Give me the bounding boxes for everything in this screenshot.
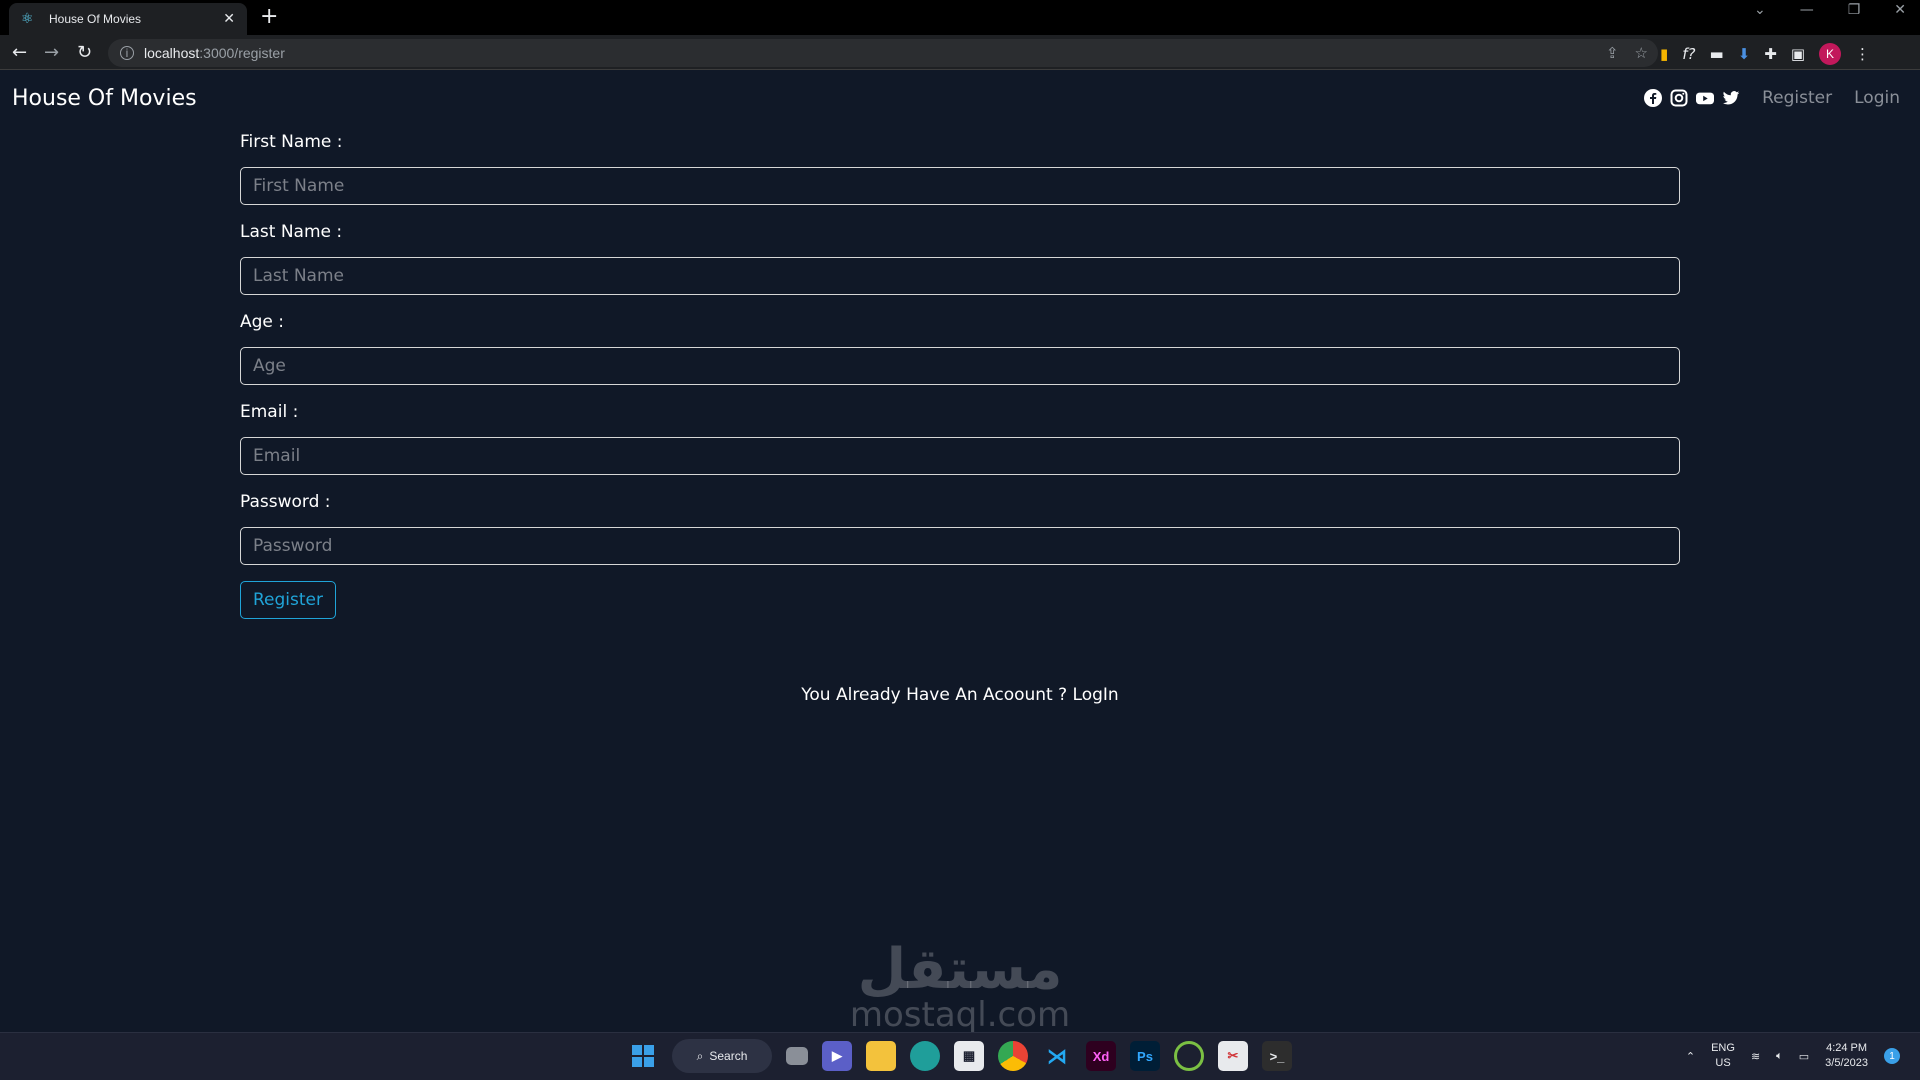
- social-icons: [1644, 89, 1740, 107]
- tab-search-icon[interactable]: ⌄: [1754, 2, 1766, 18]
- close-window-icon[interactable]: ✕: [1894, 2, 1906, 18]
- age-input[interactable]: [240, 347, 1680, 385]
- watermark-latin: mostaql.com: [849, 995, 1071, 1035]
- register-button[interactable]: Register: [240, 581, 336, 619]
- wifi-icon[interactable]: ≋: [1751, 1050, 1760, 1063]
- store-icon[interactable]: ▦: [954, 1041, 984, 1071]
- edge-icon[interactable]: [910, 1041, 940, 1071]
- side-panel-icon[interactable]: ▣: [1791, 45, 1805, 63]
- back-icon[interactable]: ←: [12, 42, 27, 63]
- new-tab-button[interactable]: +: [260, 4, 278, 29]
- search-icon: ⌕: [696, 1048, 704, 1063]
- app-ring-icon[interactable]: [1174, 1041, 1204, 1071]
- tab-title: House Of Movies: [49, 12, 142, 26]
- browser-tab[interactable]: ⚛ House Of Movies ✕: [9, 3, 247, 35]
- register-form: First Name : Last Name : Age : Email : P…: [240, 126, 1680, 619]
- last-name-label: Last Name :: [240, 222, 343, 242]
- site-info-icon[interactable]: i: [120, 46, 134, 60]
- extension-chat-icon[interactable]: ▬: [1710, 45, 1724, 63]
- url-path: :3000/register: [199, 45, 285, 61]
- clock-time: 4:24 PM: [1826, 1042, 1868, 1054]
- url-field[interactable]: i localhost:3000/register ⇪ ☆: [108, 39, 1658, 67]
- browser-menu-icon[interactable]: ⋮: [1855, 45, 1870, 63]
- share-icon[interactable]: ⇪: [1606, 44, 1619, 62]
- taskbar-search[interactable]: ⌕ Search: [672, 1039, 772, 1073]
- restore-icon[interactable]: ❐: [1848, 2, 1861, 18]
- app-navbar: House Of Movies Register Login: [0, 70, 1920, 126]
- url-host: localhost: [144, 45, 200, 61]
- photoshop-icon[interactable]: Ps: [1130, 1041, 1160, 1071]
- login-redirect-link[interactable]: You Already Have An Acoount ? LogIn: [0, 685, 1920, 705]
- language-bottom: US: [1715, 1057, 1731, 1069]
- window-controls: ⌄ — ❐ ✕: [1754, 2, 1906, 18]
- facebook-icon[interactable]: [1644, 89, 1663, 107]
- extensions-puzzle-icon[interactable]: ✚: [1764, 45, 1777, 63]
- password-label: Password :: [240, 492, 331, 512]
- system-tray: ⌃ ENG US ≋ 🔈︎ ▭ 4:24 PM 3/5/2023 1: [1686, 1041, 1900, 1071]
- search-label: Search: [709, 1049, 748, 1063]
- snipping-tool-icon[interactable]: ✂: [1218, 1041, 1248, 1071]
- first-name-input[interactable]: [240, 167, 1680, 205]
- extension-download-icon[interactable]: ⬇: [1738, 45, 1751, 63]
- notification-badge[interactable]: 1: [1884, 1048, 1900, 1064]
- terminal-icon[interactable]: >_: [1262, 1041, 1292, 1071]
- nav-register-link[interactable]: Register: [1762, 88, 1832, 108]
- battery-icon[interactable]: ▭: [1799, 1050, 1809, 1063]
- windows-taskbar: ⌕ Search ▶ ▦ ⋊ Xd Ps ✂ >_ ⌃ ENG US ≋ 🔈︎ …: [0, 1032, 1920, 1080]
- email-input[interactable]: [240, 437, 1680, 475]
- password-input[interactable]: [240, 527, 1680, 565]
- language-top: ENG: [1711, 1042, 1735, 1054]
- browser-tab-bar: ⚛ House Of Movies ✕ + ⌄ — ❐ ✕: [0, 0, 1920, 35]
- extension-color-icon[interactable]: ▮: [1660, 45, 1668, 63]
- watermark: مستقل mostaql.com: [845, 937, 1075, 1035]
- youtube-icon[interactable]: [1696, 89, 1715, 107]
- brand-title[interactable]: House Of Movies: [12, 86, 197, 111]
- vscode-icon[interactable]: ⋊: [1042, 1041, 1072, 1071]
- bookmark-star-icon[interactable]: ☆: [1635, 44, 1648, 62]
- start-icon[interactable]: [628, 1041, 658, 1071]
- first-name-label: First Name :: [240, 132, 343, 152]
- profile-avatar[interactable]: K: [1819, 43, 1842, 65]
- address-toolbar: ← → ↻ i localhost:3000/register ⇪ ☆ ▮ f?…: [0, 35, 1920, 70]
- chrome-icon[interactable]: [998, 1041, 1028, 1071]
- teams-icon[interactable]: ▶: [822, 1041, 852, 1071]
- email-label: Email :: [240, 402, 299, 422]
- extension-formula-icon[interactable]: f?: [1682, 45, 1695, 63]
- file-explorer-icon[interactable]: [866, 1041, 896, 1071]
- minimize-icon[interactable]: —: [1800, 2, 1814, 18]
- close-tab-icon[interactable]: ✕: [223, 11, 235, 27]
- extensions-area: ▮ f? ▬ ⬇ ✚ ▣ K ⋮: [1660, 43, 1870, 65]
- instagram-icon[interactable]: [1670, 89, 1688, 107]
- volume-icon[interactable]: 🔈︎: [1776, 1050, 1783, 1063]
- task-view-icon[interactable]: [786, 1047, 808, 1065]
- nav-login-link[interactable]: Login: [1854, 88, 1900, 108]
- language-indicator[interactable]: ENG US: [1711, 1041, 1735, 1071]
- adobe-xd-icon[interactable]: Xd: [1086, 1041, 1116, 1071]
- watermark-arabic: مستقل: [857, 937, 1063, 1002]
- reload-icon[interactable]: ↻: [77, 42, 92, 63]
- tray-chevron-icon[interactable]: ⌃: [1686, 1050, 1695, 1063]
- react-favicon-icon: ⚛: [21, 11, 34, 27]
- clock-date: 3/5/2023: [1825, 1057, 1868, 1069]
- clock[interactable]: 4:24 PM 3/5/2023: [1825, 1041, 1868, 1071]
- twitter-icon[interactable]: [1722, 89, 1740, 107]
- last-name-input[interactable]: [240, 257, 1680, 295]
- forward-icon[interactable]: →: [44, 42, 59, 63]
- age-label: Age :: [240, 312, 285, 332]
